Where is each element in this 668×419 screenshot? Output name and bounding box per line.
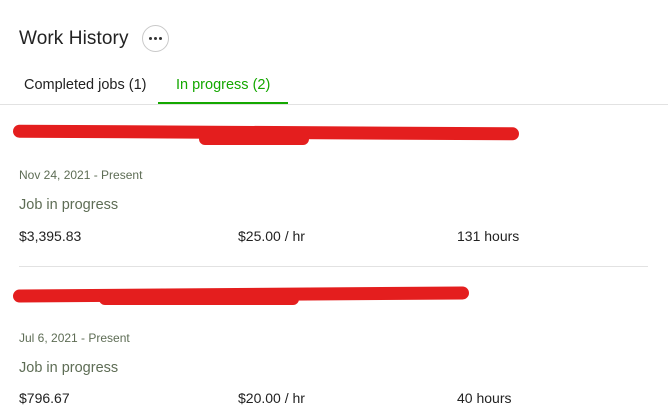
- work-history-tabs: Completed jobs (1) In progress (2): [0, 68, 668, 105]
- job-title-link[interactable]: [12, 286, 479, 305]
- section-title: Work History: [19, 28, 129, 49]
- job-hours: 40 hours: [457, 390, 512, 406]
- job-rate-value: $20.00: [238, 390, 281, 406]
- job-hours: 131 hours: [457, 228, 519, 244]
- job-item: Nov 24, 2021 - Present Job in progress $…: [12, 124, 648, 256]
- work-history-header: Work History: [19, 26, 129, 52]
- job-rate: $20.00 / hr: [238, 390, 305, 406]
- more-horizontal-icon: [149, 37, 162, 40]
- job-rate-unit: / hr: [284, 228, 305, 244]
- job-rate-unit: / hr: [284, 390, 305, 406]
- job-date-range: Nov 24, 2021 - Present: [19, 168, 143, 182]
- job-item: Jul 6, 2021 - Present Job in progress $7…: [12, 286, 648, 413]
- tab-in-progress[interactable]: In progress (2): [158, 68, 289, 104]
- job-date-range: Jul 6, 2021 - Present: [19, 331, 130, 345]
- redaction-mark: [99, 293, 299, 305]
- job-hours-unit: hours: [484, 228, 520, 244]
- job-earnings: $796.67: [19, 390, 70, 406]
- job-earnings: $3,395.83: [19, 228, 82, 244]
- job-rate: $25.00 / hr: [238, 228, 305, 244]
- job-status: Job in progress: [19, 360, 119, 376]
- job-hours-value: 131: [457, 228, 481, 244]
- job-status: Job in progress: [19, 197, 119, 213]
- job-divider: [19, 266, 648, 267]
- job-hours-unit: hours: [476, 390, 512, 406]
- redaction-mark: [199, 133, 309, 145]
- tab-completed-jobs[interactable]: Completed jobs (1): [24, 68, 147, 102]
- job-title-link[interactable]: [12, 124, 520, 145]
- job-rate-value: $25.00: [238, 228, 281, 244]
- job-hours-value: 40: [457, 390, 473, 406]
- more-options-button[interactable]: [142, 25, 169, 52]
